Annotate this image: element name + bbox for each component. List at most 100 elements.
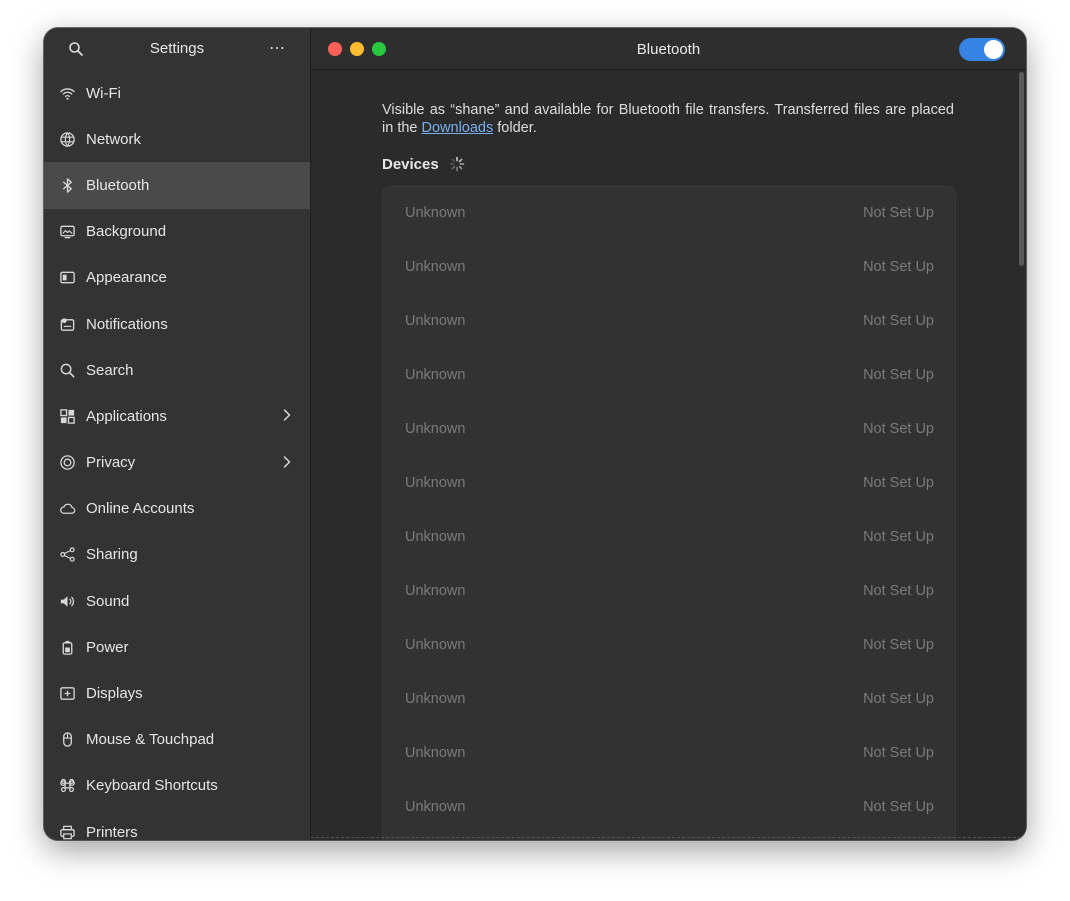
sidebar: Settings ⋯ Wi-Fi Network Bluetooth Backgrou… xyxy=(44,28,311,840)
sidebar-item-label: Applications xyxy=(86,407,167,425)
device-row[interactable]: Unknown Not Set Up xyxy=(383,457,955,511)
device-row[interactable]: Unknown Not Set Up xyxy=(383,511,955,565)
device-status: Not Set Up xyxy=(863,637,934,653)
sidebar-item-wi-fi[interactable]: Wi-Fi xyxy=(44,70,310,116)
sidebar-item-label: Appearance xyxy=(86,269,167,287)
device-name: Unknown xyxy=(405,637,466,653)
sidebar-item-label: Wi-Fi xyxy=(86,84,121,102)
bluetooth-toggle[interactable] xyxy=(959,38,1005,61)
device-status: Not Set Up xyxy=(863,745,934,761)
device-row[interactable]: Unknown Not Set Up xyxy=(383,403,955,457)
sidebar-item-bluetooth[interactable]: Bluetooth xyxy=(44,162,310,209)
downloads-link[interactable]: Downloads xyxy=(422,120,494,136)
sidebar-item-label: Bluetooth xyxy=(86,176,150,194)
bottom-edge xyxy=(311,837,1026,840)
command-icon xyxy=(58,777,76,795)
device-row[interactable]: Unknown Not Set Up xyxy=(383,781,955,835)
sidebar-item-label: Sound xyxy=(86,592,130,610)
cloud-icon xyxy=(58,500,76,518)
sidebar-item-label: Displays xyxy=(86,685,143,703)
wifi-icon xyxy=(58,84,76,102)
device-status: Not Set Up xyxy=(863,691,934,707)
chevron-right-icon xyxy=(283,409,291,422)
sidebar-item-label: Notifications xyxy=(86,315,168,333)
device-row[interactable]: Unknown Not Set Up xyxy=(383,727,955,781)
header-bar: Bluetooth xyxy=(311,28,1026,70)
bluetooth-icon xyxy=(58,176,76,194)
devices-heading: Devices xyxy=(382,156,439,173)
device-status: Not Set Up xyxy=(863,313,934,329)
device-name: Unknown xyxy=(405,367,466,383)
sidebar-item-displays[interactable]: Displays xyxy=(44,670,310,716)
toggle-knob xyxy=(984,40,1003,59)
device-name: Unknown xyxy=(405,421,466,437)
device-name: Unknown xyxy=(405,583,466,599)
sidebar-item-applications[interactable]: Applications xyxy=(44,393,310,439)
device-row[interactable]: Unknown Not Set Up xyxy=(383,295,955,349)
sidebar-item-mouse-and-touchpad[interactable]: Mouse & Touchpad xyxy=(44,717,310,763)
device-status: Not Set Up xyxy=(863,583,934,599)
device-name: Unknown xyxy=(405,475,466,491)
device-name: Unknown xyxy=(405,259,466,275)
sidebar-item-label: Power xyxy=(86,638,129,656)
main-content: Bluetooth Visible as “shane” and availab… xyxy=(311,28,1026,840)
sidebar-item-privacy[interactable]: Privacy xyxy=(44,440,310,486)
device-row[interactable]: Unknown Not Set Up xyxy=(383,187,955,241)
applications-icon xyxy=(58,407,76,425)
device-row[interactable]: Unknown Not Set Up xyxy=(383,241,955,295)
device-name: Unknown xyxy=(405,205,466,221)
sidebar-item-label: Privacy xyxy=(86,454,136,472)
device-status: Not Set Up xyxy=(863,421,934,437)
devices-list: Unknown Not Set Up Unknown Not Set Up Unknow… xyxy=(382,186,956,840)
device-name: Unknown xyxy=(405,799,466,815)
notifications-icon xyxy=(58,315,76,333)
sidebar-item-sharing[interactable]: Sharing xyxy=(44,532,310,578)
sidebar-item-label: Network xyxy=(86,130,142,148)
sidebar-item-label: Mouse & Touchpad xyxy=(86,731,215,749)
search-icon xyxy=(58,361,76,379)
device-name: Unknown xyxy=(405,313,466,329)
sidebar-item-keyboard-shortcuts[interactable]: Keyboard Shortcuts xyxy=(44,763,310,809)
more-menu-button[interactable]: ⋯ xyxy=(269,38,286,58)
visibility-description: Visible as “shane” and available for Blu… xyxy=(382,101,954,137)
sidebar-item-power[interactable]: Power xyxy=(44,624,310,670)
printer-icon xyxy=(58,823,76,840)
sidebar-item-background[interactable]: Background xyxy=(44,209,310,255)
sidebar-item-printers[interactable]: Printers xyxy=(44,809,310,840)
speaker-icon xyxy=(58,592,76,610)
device-row[interactable]: Unknown Not Set Up xyxy=(383,619,955,673)
device-name: Unknown xyxy=(405,529,466,545)
sidebar-item-label: Online Accounts xyxy=(86,500,195,518)
sidebar-item-label: Background xyxy=(86,223,167,241)
device-row[interactable]: Unknown Not Set Up xyxy=(383,349,955,403)
power-icon xyxy=(58,638,76,656)
sharing-icon xyxy=(58,546,76,564)
background-icon xyxy=(58,223,76,241)
sidebar-item-online-accounts[interactable]: Online Accounts xyxy=(44,486,310,532)
appearance-icon xyxy=(58,269,76,287)
sidebar-item-network[interactable]: Network xyxy=(44,116,310,162)
device-row[interactable]: Unknown Not Set Up xyxy=(383,565,955,619)
spinner-icon xyxy=(449,156,465,172)
sidebar-item-sound[interactable]: Sound xyxy=(44,578,310,624)
sidebar-list: Wi-Fi Network Bluetooth Background Appearanc… xyxy=(44,70,310,840)
device-status: Not Set Up xyxy=(863,259,934,275)
device-status: Not Set Up xyxy=(863,475,934,491)
page-title: Bluetooth xyxy=(636,41,701,58)
description-suffix: folder. xyxy=(493,120,537,136)
device-status: Not Set Up xyxy=(863,367,934,383)
device-name: Unknown xyxy=(405,691,466,707)
network-icon xyxy=(58,130,76,148)
sidebar-item-notifications[interactable]: Notifications xyxy=(44,301,310,347)
device-row[interactable]: Unknown Not Set Up xyxy=(383,673,955,727)
device-status: Not Set Up xyxy=(863,529,934,545)
sidebar-item-label: Sharing xyxy=(86,546,138,564)
sidebar-item-appearance[interactable]: Appearance xyxy=(44,255,310,301)
scrollbar[interactable] xyxy=(1019,72,1024,266)
privacy-icon xyxy=(58,454,76,472)
sidebar-item-label: Search xyxy=(86,361,134,379)
sidebar-item-search[interactable]: Search xyxy=(44,347,310,393)
displays-icon xyxy=(58,685,76,703)
device-status: Not Set Up xyxy=(863,799,934,815)
settings-window: Settings ⋯ Wi-Fi Network Bluetooth Backgrou… xyxy=(44,28,1026,840)
